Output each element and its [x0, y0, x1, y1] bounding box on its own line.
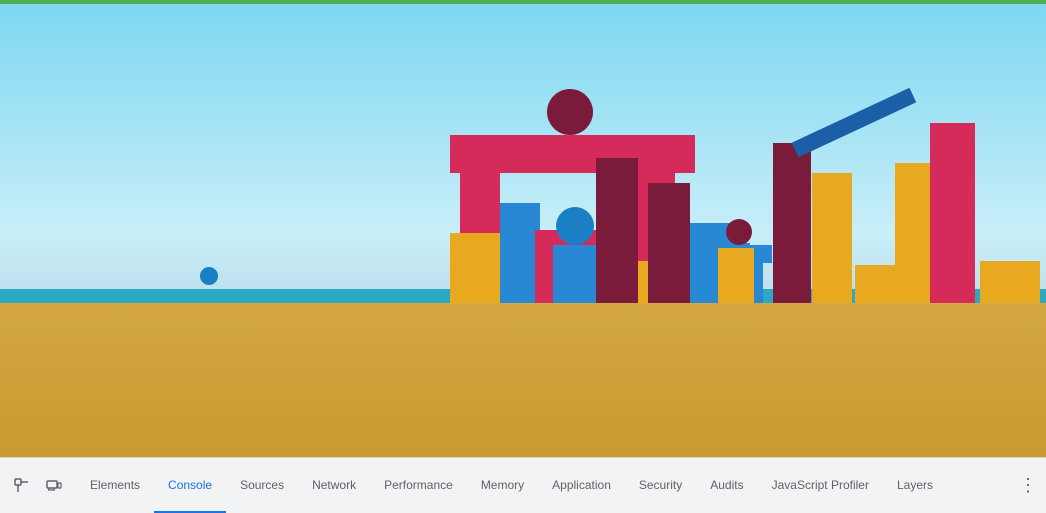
yellow-block-left — [450, 261, 500, 303]
yellow-top-right1 — [855, 265, 895, 303]
right-arch-mid-left — [812, 173, 852, 303]
tab-network[interactable]: Network — [298, 458, 370, 513]
crimson-tall-pillar-right — [648, 183, 690, 303]
tab-memory[interactable]: Memory — [467, 458, 538, 513]
sand — [0, 298, 1046, 457]
devtools-left-icons — [0, 458, 76, 513]
right-arch-left-pillar — [773, 143, 811, 303]
tab-performance[interactable]: Performance — [370, 458, 467, 513]
tab-application[interactable]: Application — [538, 458, 625, 513]
tab-audits[interactable]: Audits — [696, 458, 757, 513]
tab-security[interactable]: Security — [625, 458, 696, 513]
tab-elements[interactable]: Elements — [76, 458, 154, 513]
game-area — [0, 4, 1046, 457]
blue-ball-figure-body — [553, 245, 597, 303]
devtools-toolbar: ElementsConsoleSourcesNetworkPerformance… — [0, 457, 1046, 513]
yellow-block-right1 — [718, 248, 754, 303]
small-figure-right-ball — [726, 219, 752, 245]
arch-top-beam — [450, 135, 695, 173]
tab-sources[interactable]: Sources — [226, 458, 298, 513]
tab-javascript-profiler[interactable]: JavaScript Profiler — [758, 458, 883, 513]
devtools-tabs: ElementsConsoleSourcesNetworkPerformance… — [76, 458, 1010, 513]
tab-layers[interactable]: Layers — [883, 458, 947, 513]
yellow-block-left2 — [450, 233, 500, 261]
crimson-tall-pillar-left — [596, 158, 638, 303]
blue-ball-figure-head — [556, 207, 594, 245]
yellow-top-right2 — [980, 261, 1040, 303]
top-ball — [547, 89, 593, 135]
right-arch-right-pillar — [930, 123, 975, 303]
right-arch-mid-right — [895, 163, 933, 303]
inspect-element-button[interactable] — [8, 472, 36, 500]
device-emulation-button[interactable] — [40, 472, 68, 500]
tab-console[interactable]: Console — [154, 458, 226, 513]
blue-pillar-arch — [500, 203, 540, 303]
blue-ball-left — [200, 267, 218, 285]
app-container: ElementsConsoleSourcesNetworkPerformance… — [0, 0, 1046, 513]
more-options-button[interactable]: ⋮ — [1010, 458, 1046, 513]
